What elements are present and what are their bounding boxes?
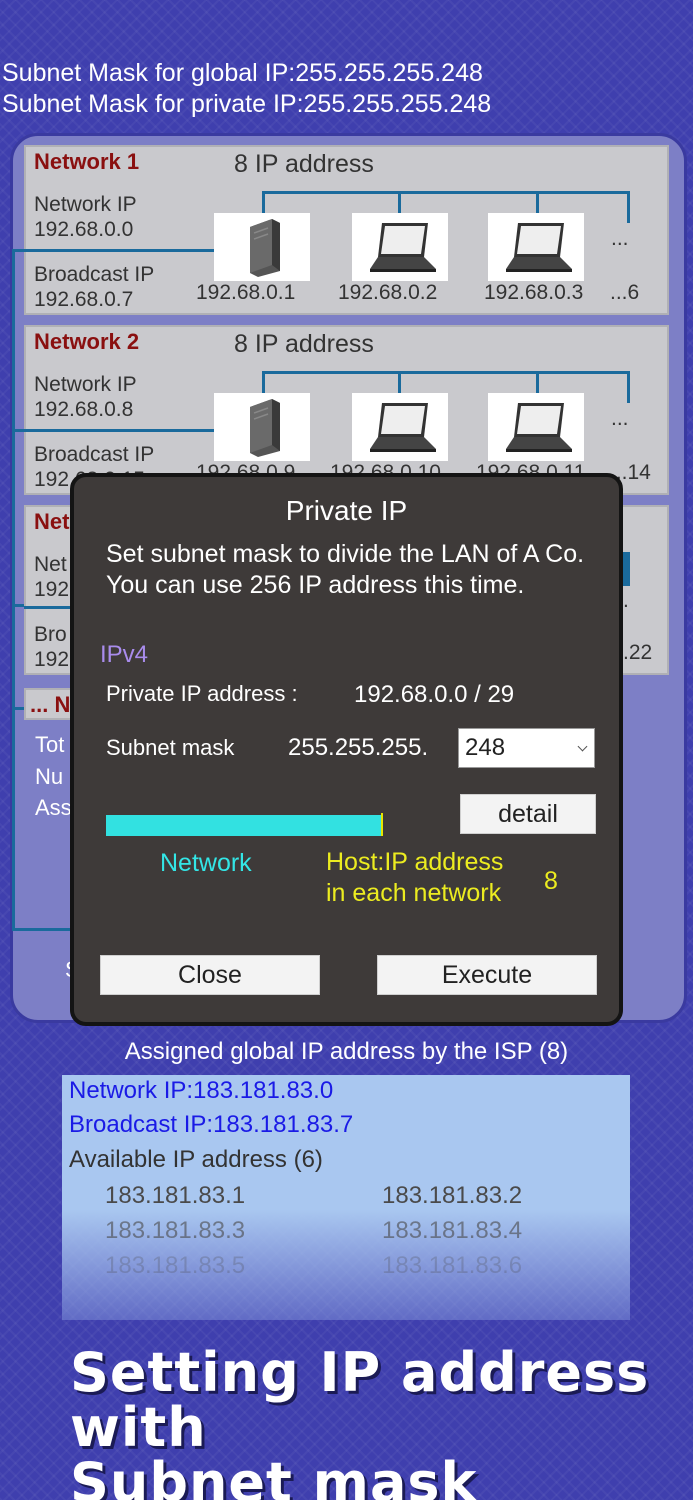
host-label-line1: Host:IP address [326,848,504,876]
private-ip-dialog: Private IP Set subnet mask to divide the… [70,473,623,1026]
network-ip-count: 8 IP address [234,150,374,178]
network-panel-2: Network 2 8 IP address Network IP 192.68… [24,325,669,495]
bus-drop-2 [398,371,401,395]
more-devices-ip: .22 [623,641,653,664]
dialog-description: Set subnet mask to divide the LAN of A C… [106,540,585,599]
network-title: Network 1 [34,149,140,174]
network-ip-label: Network IP [34,193,137,216]
isp-address: 183.181.83.2 [382,1182,523,1209]
private-ip-label: Private IP address : [106,681,298,706]
summary-heading-box: ... N [24,688,74,720]
network-bus [623,552,630,586]
isp-heading: Assigned global IP address by the ISP (8… [124,1038,569,1065]
server-device[interactable] [214,393,310,461]
broadcast-ip-label: Broadcast IP [34,443,155,466]
network-link [24,429,214,432]
bus-drop-3 [536,371,539,395]
network-label: Network [160,849,252,877]
laptop-device[interactable] [488,393,584,461]
isp-broadcast-ip: Broadcast IP:183.181.83.7 [69,1111,354,1138]
isp-address: 183.181.83.3 [105,1217,246,1244]
more-devices-ellipsis: . [623,589,629,612]
bus-drop-4 [627,371,630,403]
bus-drop-2 [398,191,401,215]
laptop-device[interactable] [352,213,448,281]
laptop-icon [370,403,436,452]
network-ip-value: 192.68.0.0 [34,218,134,241]
subnet-mask-prefix: 255.255.255. [288,734,429,761]
laptop-icon [506,223,572,272]
network-ip-label: Network IP [34,373,137,396]
network-bus [262,371,630,374]
network-bar [106,815,383,836]
summary-number: Nu [35,764,64,789]
host-bar [381,813,383,836]
close-button[interactable]: Close [100,955,320,995]
network-ip-value: 192.68.0.8 [34,398,134,421]
promo-headline: Setting IP address with Subnet mask [70,1345,693,1500]
broadcast-ip-label: Bro [34,623,67,646]
network-ip-label: Net [34,553,67,576]
server-icon [250,219,280,277]
global-subnet-mask-text: Subnet Mask for global IP:255.255.255.24… [2,59,483,87]
network-ip-count: 8 IP address [234,330,374,358]
broadcast-ip-value: 192 [34,648,70,671]
trunk-line [12,249,15,931]
more-devices-ellipsis: ... [611,227,629,250]
laptop-icon [506,403,572,452]
isp-address: 183.181.83.6 [382,1252,523,1279]
headline-line1: Setting IP address with [70,1341,650,1459]
laptop-device[interactable] [488,213,584,281]
headline-line2: Subnet mask [70,1451,478,1500]
subnet-mask-selected: 248 [465,734,506,761]
isp-network-ip: Network IP:183.181.83.0 [69,1077,334,1104]
network-title: Network 2 [34,329,140,354]
detail-button[interactable]: detail [460,794,596,834]
server-device[interactable] [214,213,310,281]
private-subnet-mask-text: Subnet Mask for private IP:255.255.255.2… [2,90,492,118]
device-ip: 192.68.0.3 [484,281,584,304]
isp-available-label: Available IP address (6) [69,1146,323,1173]
chevron-down-icon [577,741,588,752]
subnet-mask-select[interactable]: 248 [458,728,595,768]
subnet-mask-label: Subnet mask [106,735,235,760]
isp-address-panel: Network IP:183.181.83.0 Broadcast IP:183… [62,1075,630,1320]
execute-button[interactable]: Execute [377,955,597,995]
dialog-title: Private IP [285,495,408,526]
summary-assigned: Ass [35,795,72,820]
more-devices-ip: ...6 [610,281,640,304]
summary-heading: ... N [30,692,71,717]
broadcast-ip-value: 192.68.0.7 [34,288,134,311]
bus-drop-1 [262,191,265,215]
laptop-icon [370,223,436,272]
isp-address: 183.181.83.4 [382,1217,523,1244]
laptop-device[interactable] [352,393,448,461]
isp-address: 183.181.83.5 [105,1252,246,1279]
trunk-branch-5 [12,928,72,931]
network-title: Net [34,509,70,534]
network-ip-value: 192 [34,578,70,601]
network-panel-1: Network 1 8 IP address Network IP 192.68… [24,145,669,315]
device-ip: 192.68.0.1 [196,281,296,304]
bus-drop-3 [536,191,539,215]
server-icon [250,399,280,457]
more-devices-ellipsis: ... [611,407,629,430]
private-ip-value: 192.68.0.0 / 29 [354,681,515,708]
host-label-line2: in each network [326,879,502,907]
broadcast-ip-label: Broadcast IP [34,263,155,286]
network-link [24,606,74,609]
bus-drop-1 [262,371,265,395]
host-count: 8 [544,867,558,895]
summary-total: Tot [35,732,65,757]
network-bus [262,191,630,194]
isp-address: 183.181.83.1 [105,1182,246,1209]
ip-version-label: IPv4 [100,641,149,668]
network-link [24,249,214,252]
bus-drop-4 [627,191,630,223]
device-ip: 192.68.0.2 [338,281,438,304]
